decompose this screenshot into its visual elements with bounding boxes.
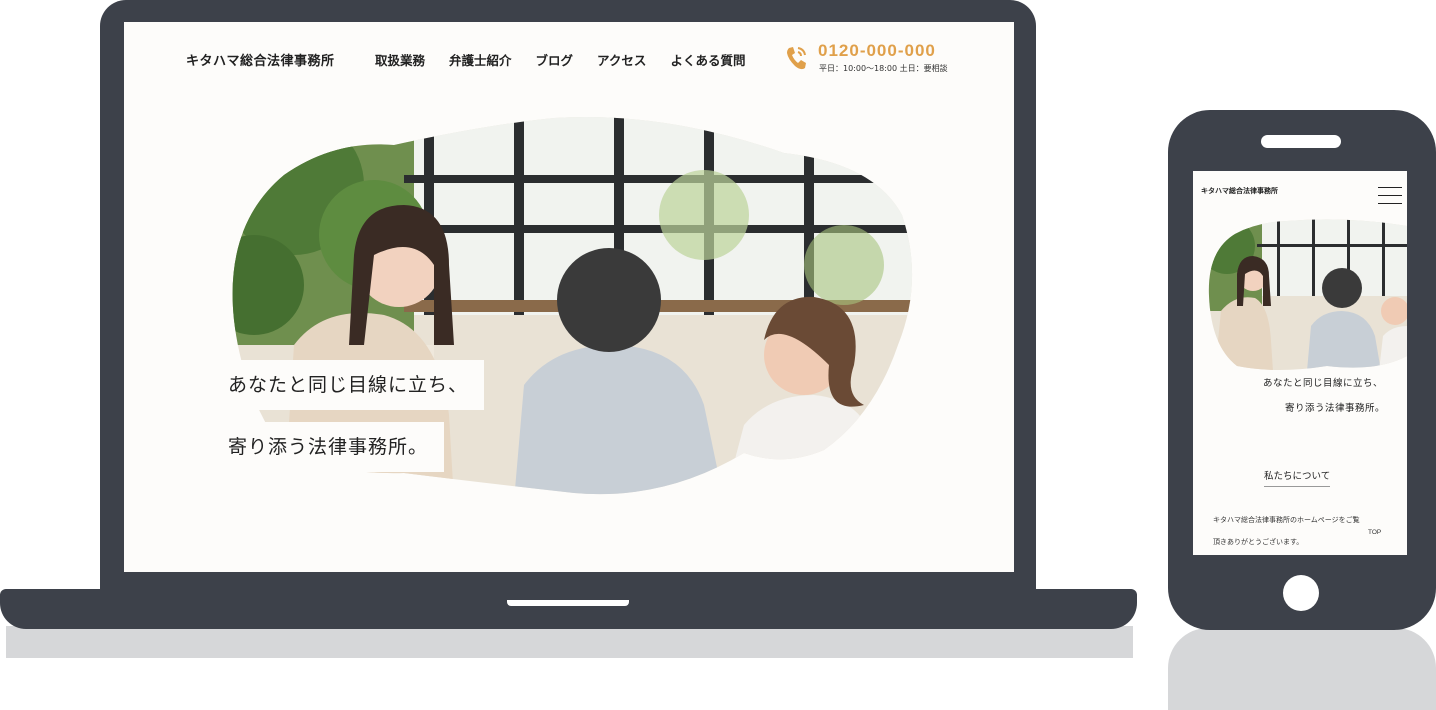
site-title[interactable]: キタハマ総合法律事務所 [186, 50, 335, 69]
tel-number[interactable]: 0120-000-000 [818, 41, 936, 61]
hero-caption-line1: あなたと同じ目線に立ち、 [212, 360, 485, 410]
mobile-hero-image [1208, 219, 1407, 371]
laptop-notch [507, 600, 629, 606]
hamburger-menu-icon[interactable] [1378, 187, 1402, 205]
nav-item-lawyers[interactable]: 弁護士紹介 [449, 50, 512, 69]
mobile-site-title[interactable]: キタハマ総合法律事務所 [1201, 186, 1278, 196]
laptop-screen: キタハマ総合法律事務所 取扱業務 弁護士紹介 ブログ アクセス よくある質問 0… [124, 22, 1014, 572]
phone-home-button[interactable] [1283, 575, 1319, 611]
about-text-line1: キタハマ総合法律事務所のホームページをご覧 [1213, 516, 1360, 524]
nav-item-services[interactable]: 取扱業務 [375, 50, 425, 69]
phone-icon [787, 47, 806, 70]
phone-speaker [1261, 135, 1341, 148]
back-to-top-link[interactable]: TOP [1368, 529, 1381, 536]
phone-shadow [1168, 628, 1436, 710]
nav-item-blog[interactable]: ブログ [536, 50, 574, 69]
mobile-hero-caption-line2: 寄り添う法律事務所。 [1279, 400, 1392, 418]
about-heading[interactable]: 私たちについて [1264, 468, 1331, 487]
laptop-base [0, 589, 1137, 629]
mobile-hero-caption-line1: あなたと同じ目線に立ち、 [1257, 375, 1390, 393]
hero-caption-line2: 寄り添う法律事務所。 [212, 422, 445, 472]
about-text-line2: 頂きありがとうございます。 [1213, 538, 1304, 546]
phone-screen: キタハマ総合法律事務所 あなたと同じ目線に立ち、 寄り添う法律事務所。 私たちに… [1193, 171, 1407, 555]
tel-hours: 平日：10:00〜18:00 土日：要相談 [819, 64, 948, 73]
laptop-shadow [6, 626, 1133, 658]
main-nav: 取扱業務 弁護士紹介 ブログ アクセス よくある質問 [375, 50, 745, 69]
nav-item-access[interactable]: アクセス [597, 50, 646, 69]
nav-item-faq[interactable]: よくある質問 [670, 50, 745, 69]
